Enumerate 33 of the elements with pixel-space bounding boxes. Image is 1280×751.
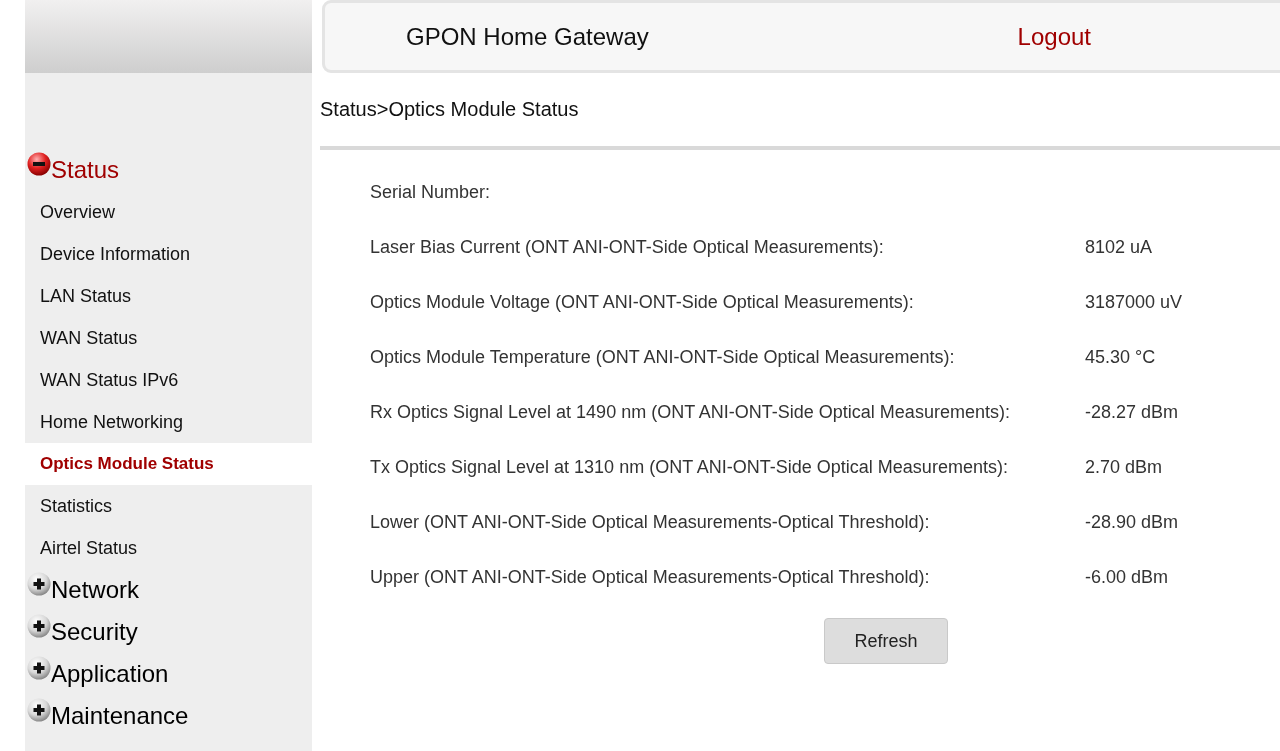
field-label: Lower (ONT ANI-ONT-Side Optical Measurements-Optical Threshold):	[370, 512, 930, 532]
sidebar-item[interactable]: Airtel Status	[25, 527, 312, 569]
refresh-button[interactable]: Refresh	[824, 618, 948, 664]
sidebar-item[interactable]: Home Networking	[25, 401, 312, 443]
field-label: Tx Optics Signal Level at 1310 nm (ONT ANI-ONT-Side Optical Measurements):	[370, 457, 1008, 477]
field-value: -6.00 dBm	[1085, 566, 1169, 589]
gateway-title: GPON Home Gateway	[406, 22, 649, 51]
sidebar-item[interactable]: Device Information	[25, 233, 312, 275]
sidebar-item[interactable]: WAN Status	[25, 317, 312, 359]
sidebar-group-link[interactable]: Network	[25, 569, 312, 611]
field-value: -28.90 dBm	[1085, 511, 1179, 534]
field-value: 2.70 dBm	[1085, 456, 1163, 479]
logout-link[interactable]: Logout	[1017, 22, 1091, 51]
field-label: Optics Module Temperature (ONT ANI-ONT-Side Optical Measurements):	[370, 347, 955, 367]
field-label: Serial Number:	[370, 182, 491, 202]
field-label: Upper (ONT ANI-ONT-Side Optical Measurements-Optical Threshold):	[370, 567, 930, 587]
sidebar-item[interactable]: WAN Status IPv6	[25, 359, 312, 401]
sidebar-item[interactable]: Optics Module Status	[25, 443, 312, 485]
sidebar-item[interactable]: LAN Status	[25, 275, 312, 317]
field-value: 45.30 °C	[1085, 346, 1156, 369]
sidebar-group-link[interactable]: Maintenance	[25, 695, 312, 737]
field-value: -28.27 dBm	[1085, 401, 1179, 424]
sidebar-group-link[interactable]: Application	[25, 653, 312, 695]
breadcrumb: Status>Optics Module Status	[320, 98, 579, 121]
field-label: Rx Optics Signal Level at 1490 nm (ONT ANI-ONT-Side Optical Measurements):	[370, 402, 1010, 422]
field-label: Laser Bias Current (ONT ANI-ONT-Side Optical Measurements):	[370, 237, 884, 257]
field-value: 8102 uA	[1085, 236, 1153, 259]
sidebar-group-link[interactable]: Security	[25, 611, 312, 653]
sidebar-item[interactable]: Overview	[25, 191, 312, 233]
sidebar-item[interactable]: Statistics	[25, 485, 312, 527]
sidebar-group-link[interactable]: Status	[25, 149, 312, 191]
field-label: Optics Module Voltage (ONT ANI-ONT-Side Optical Measurements):	[370, 292, 914, 312]
field-value: 3187000 uV	[1085, 291, 1183, 314]
